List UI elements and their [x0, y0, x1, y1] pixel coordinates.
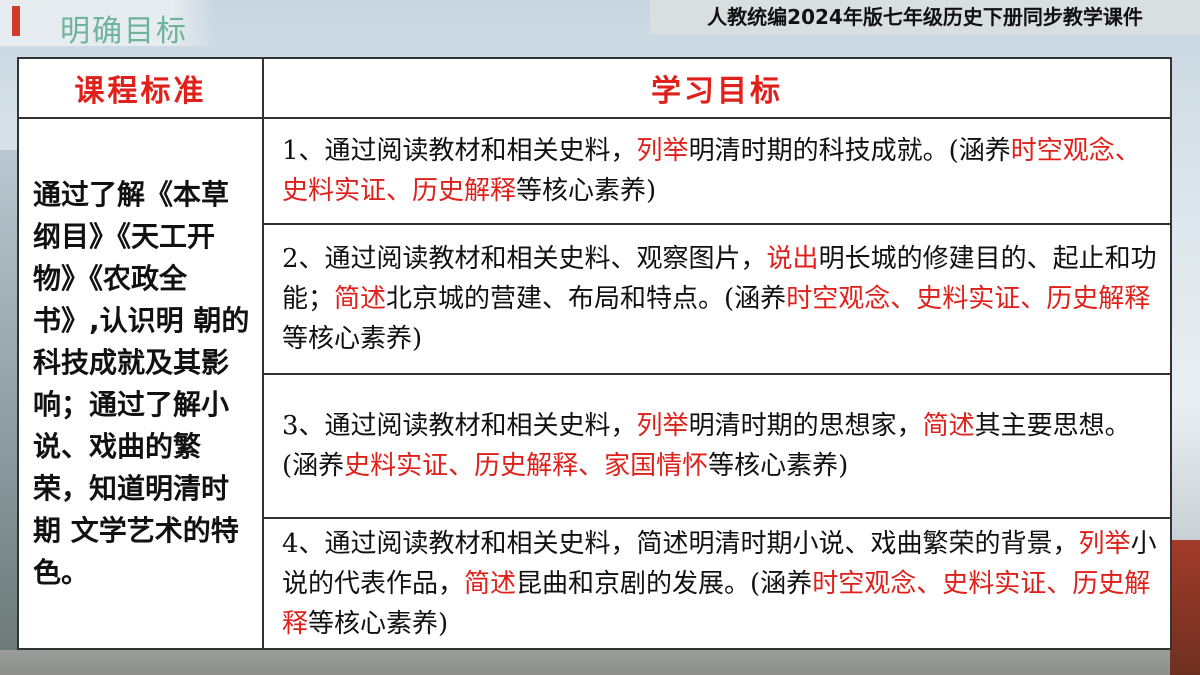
- curriculum-standard-header: 课程标准: [17, 57, 264, 119]
- goal-highlight: 列举: [1078, 528, 1131, 559]
- goal-highlight: 列举: [636, 136, 689, 166]
- page-title: 明确目标: [60, 14, 188, 49]
- goal-text: 等核心素养): [516, 176, 657, 206]
- goal-highlight: 简述: [334, 284, 387, 314]
- table-header-row: 课程标准 学习目标: [17, 57, 1172, 119]
- learning-goals-header: 学习目标: [262, 57, 1172, 119]
- course-tag: 人教统编2024年版七年级历史下册同步教学课件: [650, 0, 1200, 34]
- goal-text: 昆曲和京剧的发展。(涵养: [516, 568, 813, 599]
- goal-text: 2、通过阅读教材和相关史料、观察图片，: [282, 244, 767, 274]
- goal-text: 3、通过阅读教材和相关史料，: [282, 411, 637, 441]
- goal-1: 1、通过阅读教材和相关史料，列举明清时期的科技成就。(涵养时空观念、史料实证、历…: [262, 117, 1172, 225]
- goal-text: 明清时期的科技成就。(涵养: [688, 136, 1011, 166]
- goal-highlight: 时空观念、史料实证、历史解释: [786, 284, 1151, 314]
- goal-text: 明清时期的思想家，: [688, 411, 923, 441]
- goal-4: 4、通过阅读教材和相关史料，简述明清时期小说、戏曲繁荣的背景，列举小说的代表作品…: [262, 517, 1172, 650]
- curriculum-standard-text: 通过了解《本草纲目》《天工开物》《农政全书》,认识明 朝的科技成就及其影响；通过…: [17, 117, 264, 650]
- goal-3: 3、通过阅读教材和相关史料，列举明清时期的思想家，简述其主要思想。(涵养史料实证…: [262, 373, 1172, 519]
- goal-highlight: 简述: [922, 411, 975, 441]
- title-accent-bar: [12, 6, 20, 36]
- goal-text: 1、通过阅读教材和相关史料，: [282, 136, 637, 166]
- goal-text: 等核心素养): [282, 324, 423, 354]
- background-temple-decoration: [1170, 540, 1200, 675]
- goal-text: 等核心素养): [708, 451, 849, 481]
- goal-highlight: 简述: [464, 568, 517, 599]
- goal-text: 等核心素养): [308, 608, 449, 639]
- goal-highlight: 史料实证、历史解释、家国情怀: [344, 451, 709, 481]
- goal-highlight: 说出: [766, 244, 819, 274]
- goal-2: 2、通过阅读教材和相关史料、观察图片，说出明长城的修建目的、起止和功能；简述北京…: [262, 223, 1172, 375]
- goal-highlight: 列举: [636, 411, 689, 441]
- goal-text: 北京城的营建、布局和特点。(涵养: [386, 284, 787, 314]
- goal-text: 4、通过阅读教材和相关史料，简述明清时期小说、戏曲繁荣的背景，: [282, 528, 1079, 559]
- goals-table: 课程标准 学习目标 通过了解《本草纲目》《天工开物》《农政全书》,认识明 朝的科…: [17, 57, 1172, 650]
- table-row: 通过了解《本草纲目》《天工开物》《农政全书》,认识明 朝的科技成就及其影响；通过…: [17, 117, 1172, 650]
